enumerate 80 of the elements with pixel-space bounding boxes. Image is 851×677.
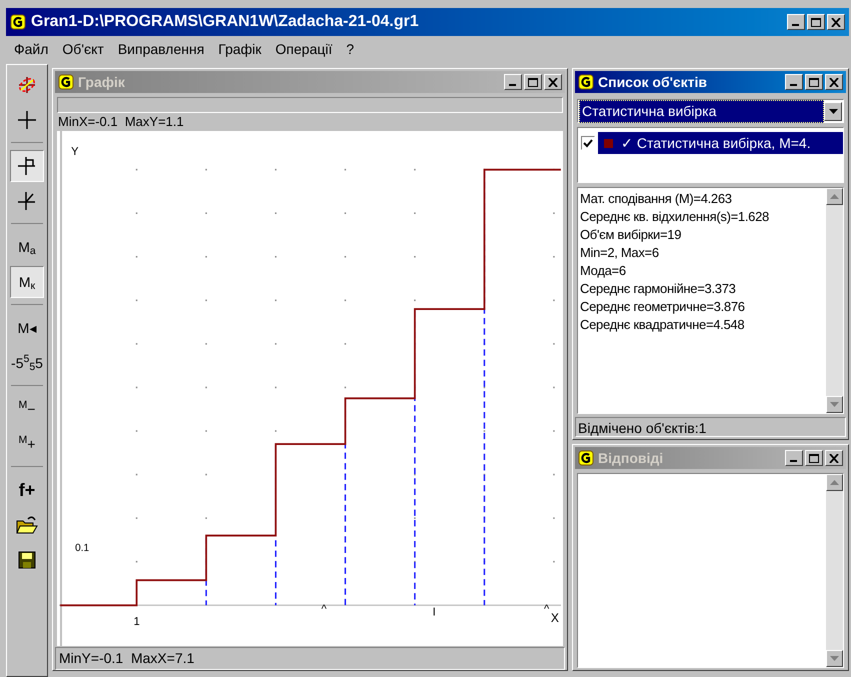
minimize-button[interactable] <box>787 14 805 30</box>
statistic-line: Середнє геометричне=3.876 <box>580 298 746 316</box>
flag-cross-icon <box>16 155 38 177</box>
close-icon <box>831 18 841 26</box>
scroll-down-icon <box>830 656 839 661</box>
check-icon <box>583 138 593 148</box>
object-label: ✓ Статистична вибірка, M=4. <box>621 134 811 153</box>
menu-item[interactable]: Графік <box>218 38 262 60</box>
close-icon <box>548 78 558 86</box>
scrollbar[interactable] <box>826 474 843 667</box>
tool-button[interactable]: M$_{a}$ <box>10 231 44 263</box>
x-axis-label: X <box>550 610 559 626</box>
maximize-button[interactable] <box>524 74 542 90</box>
crosshair-icon <box>16 109 38 131</box>
maximize-icon <box>809 78 819 86</box>
maximize-button[interactable] <box>805 74 823 90</box>
maximize-icon <box>528 78 538 86</box>
window-title: Список об'єктів <box>598 72 708 92</box>
menu-item[interactable]: Файл <box>14 38 48 60</box>
statistic-line: Мат. сподівання (M)=4.263 <box>580 190 733 208</box>
window-title: Графік <box>78 72 126 92</box>
close-icon <box>829 78 839 86</box>
close-button[interactable] <box>544 74 562 90</box>
object-type-dropdown[interactable]: Статистична вибірка <box>577 99 844 123</box>
statistic-line: Мода=6 <box>580 262 627 280</box>
scroll-up-icon <box>830 480 839 485</box>
minimize-icon <box>792 24 798 26</box>
tool-button[interactable]: M$_{к}$ <box>10 266 44 298</box>
menu-item[interactable]: ? <box>346 38 354 60</box>
minimize-icon <box>790 460 796 462</box>
statistic-line: Об'єм вибірки=19 <box>580 226 682 244</box>
maximize-icon <box>809 454 819 462</box>
maximize-button[interactable] <box>805 450 823 466</box>
selection-status: Відмічено об'єктів:1 <box>575 417 846 437</box>
menu-item[interactable]: Операції <box>275 38 332 60</box>
tool-button[interactable] <box>10 150 44 182</box>
tool-button[interactable]: $^{M}$+ <box>10 428 44 460</box>
minimize-button[interactable] <box>785 450 803 466</box>
slanted-cross-icon <box>16 190 38 212</box>
y-axis-label: Y <box>71 146 78 158</box>
open-folder-icon <box>15 514 39 536</box>
minimize-button[interactable] <box>785 74 803 90</box>
statistic-line: Середнє гармонійне=3.373 <box>580 280 737 298</box>
app-title: Gran1-D:\PROGRAMS\GRAN1W\Zadacha-21-04.gr1 <box>31 12 420 32</box>
menu-item[interactable]: Об'єкт <box>62 38 104 60</box>
axes-ellipse-icon <box>16 74 38 96</box>
app-logo-icon <box>10 14 26 30</box>
minimize-icon <box>790 84 796 86</box>
menu-item[interactable]: Виправлення <box>118 38 204 60</box>
close-icon <box>829 454 839 462</box>
minimize-icon <box>508 84 516 86</box>
statistic-line: Середнє квадратичне=4.548 <box>580 316 746 334</box>
tool-button[interactable]: M◂ <box>10 312 44 344</box>
range-status: MinY=-0.1 MaxX=7.1 <box>55 646 565 670</box>
x-tick-label: ^ <box>544 603 550 616</box>
app-logo-icon <box>578 450 594 466</box>
tool-button[interactable]: -5$^{5}$$_{5}$5 <box>10 347 44 379</box>
minimize-button[interactable] <box>504 74 522 90</box>
statistic-line: Середнє кв. відхилення(s)=1.628 <box>580 208 770 226</box>
y-tick-label: 0.1 <box>75 543 90 554</box>
x-tick-label: 1 <box>134 616 140 628</box>
close-button[interactable] <box>827 14 845 30</box>
statistic-line: Min=2, Max=6 <box>580 244 660 262</box>
object-list-item[interactable]: ✓ Статистична вибірка, M=4. <box>598 132 843 154</box>
window-title: Відповіді <box>598 448 664 468</box>
maximize-icon <box>811 18 821 26</box>
maximize-button[interactable] <box>807 14 825 30</box>
tool-button[interactable]: $^{M}$− <box>10 393 44 425</box>
x-tick-label: I <box>432 606 436 619</box>
checkbox[interactable] <box>581 136 595 150</box>
close-button[interactable] <box>825 74 843 90</box>
scrollbar[interactable] <box>826 188 843 413</box>
app-logo-icon <box>58 74 74 90</box>
scroll-up-icon <box>830 194 839 199</box>
x-tick-label: ^ <box>321 603 327 616</box>
tool-button[interactable]: f+ <box>10 474 44 506</box>
dropdown-arrow-icon <box>828 108 838 114</box>
scroll-down-icon <box>830 402 839 407</box>
close-button[interactable] <box>825 450 843 466</box>
app-logo-icon <box>578 74 594 90</box>
